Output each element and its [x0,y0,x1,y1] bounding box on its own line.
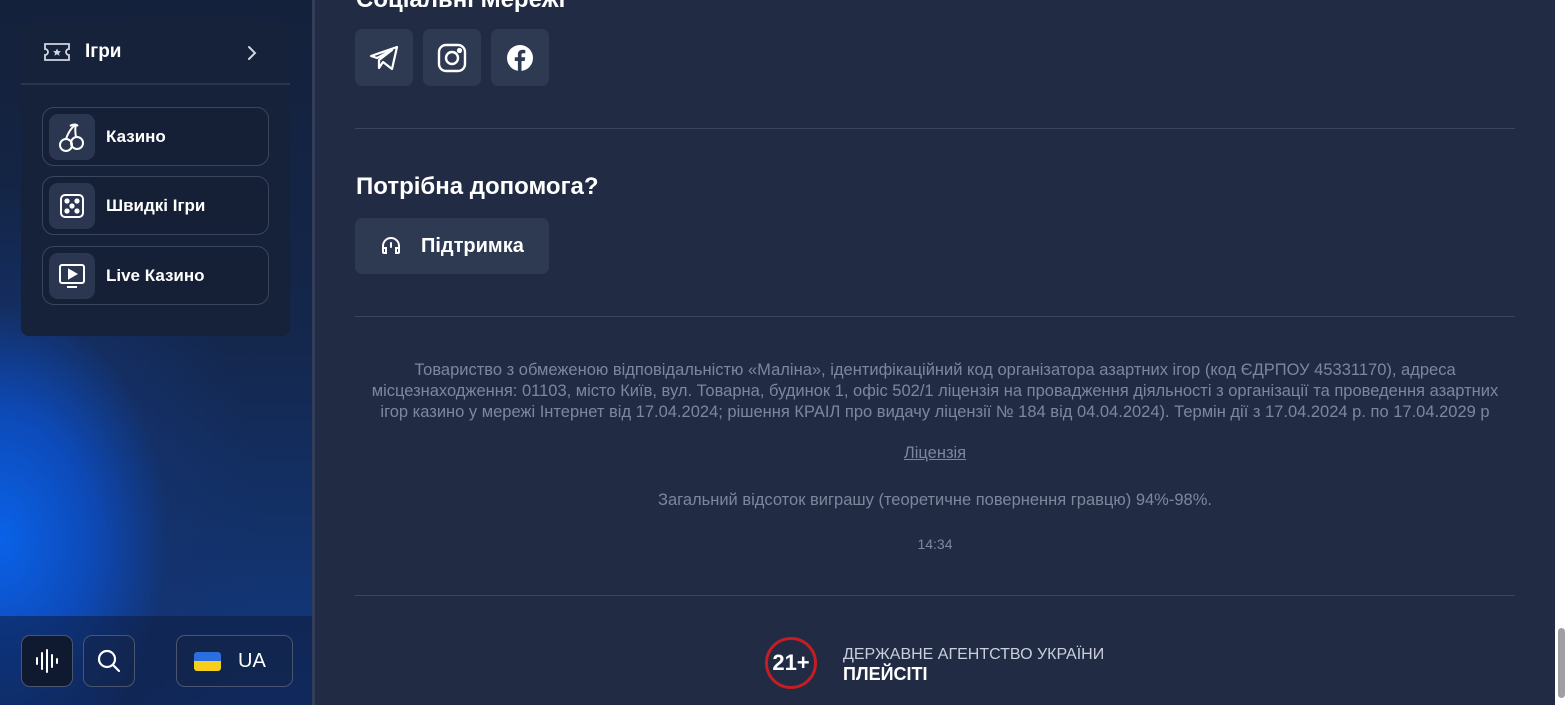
ticket-icon [44,43,70,61]
social-title: Соціальні Мережі [356,0,565,14]
legal-text: Товариство з обмеженою відповідальністю … [371,361,1499,421]
sidebar-item-live-casino[interactable]: Live Казино [42,246,269,305]
language-code: UA [238,649,266,672]
scrollbar-thumb[interactable] [1558,628,1565,698]
telegram-button[interactable] [355,29,413,86]
agency-line-1: ДЕРЖАВНЕ АГЕНТСТВО УКРАЇНИ [843,646,1105,663]
sidebar-item-quick-games[interactable]: Швидкі Ігри [42,176,269,235]
search-icon [97,649,121,673]
search-button[interactable] [83,635,135,687]
license-link[interactable]: Ліцензія [904,444,966,462]
sidebar-item-label: Live Казино [106,265,205,285]
age-text: 21+ [772,650,810,675]
games-panel: Ігри Казино Швидкі Ігри Live Казино [21,21,290,336]
language-selector[interactable]: UA [176,635,293,687]
age-restriction-badge: 21+ [765,637,817,689]
cherry-icon [49,113,95,160]
telegram-icon [369,45,399,70]
support-label: Підтримка [421,234,524,257]
dice-icon [49,182,95,229]
license-link-row: Ліцензія [360,444,1510,463]
sidebar-item-label: Казино [106,126,166,146]
rtp-text: Загальний відсоток виграшу (теоретичне п… [658,491,1212,509]
help-title: Потрібна допомога? [356,173,599,200]
sidebar-divider [312,0,315,705]
divider [355,128,1515,129]
voice-button[interactable] [21,635,73,687]
scrollbar[interactable] [1555,0,1568,705]
divider [355,595,1515,596]
games-menu-header[interactable]: Ігри [21,21,290,85]
sidebar-item-casino[interactable]: Казино [42,107,269,166]
ukraine-flag-icon [194,651,221,671]
headset-icon [382,237,400,254]
facebook-button[interactable] [491,29,549,86]
chevron-right-icon [248,46,257,60]
support-button[interactable]: Підтримка [355,218,549,274]
sidebar-item-label: Швидкі Ігри [106,195,206,215]
games-title: Ігри [85,41,122,62]
sound-wave-icon [36,649,58,673]
live-tv-icon [49,252,95,299]
agency-line-2: ПЛЕЙСІТІ [843,664,928,684]
clock: 14:34 [917,536,953,552]
divider [355,316,1515,317]
facebook-icon [507,44,533,71]
instagram-icon [437,43,467,72]
instagram-button[interactable] [423,29,481,86]
